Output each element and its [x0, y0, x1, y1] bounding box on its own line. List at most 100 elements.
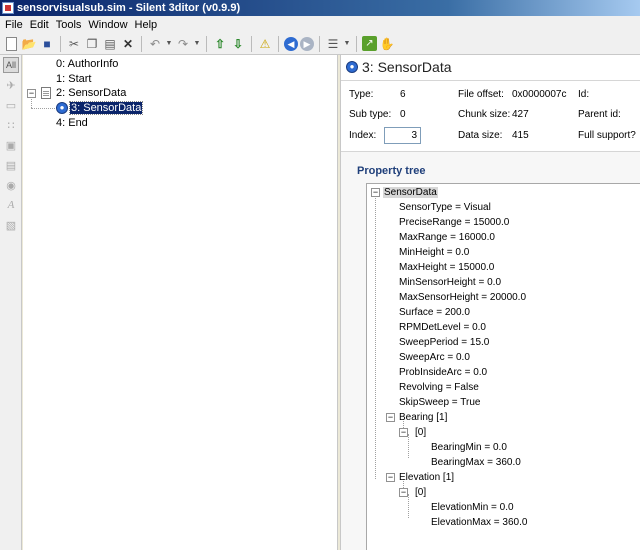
redo-dropdown[interactable]: ▼ — [193, 36, 201, 52]
plane-icon: ✈ — [6, 79, 16, 92]
property-item[interactable]: ElevationMax = 360.0 — [431, 515, 527, 530]
copy-button[interactable]: ❐ — [84, 36, 100, 52]
collapse-toggle[interactable]: − — [27, 89, 36, 98]
undo-button[interactable]: ↶ — [147, 36, 163, 52]
property-item[interactable]: SensorType = Visual — [399, 200, 491, 215]
property-item[interactable]: SweepArc = 0.0 — [399, 350, 470, 365]
chevron-down-icon: ▼ — [193, 39, 201, 47]
tree-item-selected[interactable]: 3: SensorData — [68, 101, 144, 116]
new-file-button[interactable] — [3, 36, 19, 52]
filter-all-label: All — [5, 60, 16, 70]
tree-item[interactable]: 2: SensorData — [56, 86, 126, 101]
toolbar-separator — [356, 35, 357, 52]
view-dropdown[interactable]: ▼ — [343, 36, 351, 52]
copy-icon: ❐ — [86, 36, 98, 51]
tree-item-label: 2: SensorData — [56, 87, 127, 99]
property-item[interactable]: PreciseRange = 15000.0 — [399, 215, 509, 230]
toolbar-separator — [206, 35, 207, 52]
menu-help[interactable]: Help — [133, 19, 163, 31]
filter-all-button[interactable]: All — [3, 57, 19, 73]
property-section: Property tree − SensorData SensorType = … — [341, 151, 640, 550]
filter-block-button[interactable]: ▧ — [3, 217, 19, 233]
hand-icon: ✋ — [379, 36, 395, 51]
view-button[interactable]: ☰ — [325, 36, 341, 52]
window-title: sensorvisualsub.sim - Silent 3ditor (v0.… — [17, 2, 241, 14]
document-icon: ▤ — [5, 159, 17, 172]
property-item[interactable]: SkipSweep = True — [399, 395, 480, 410]
forward-button[interactable]: ▶ — [300, 36, 314, 51]
clipboard-icon: ▤ — [104, 36, 116, 51]
validate-button[interactable]: ⚠ — [257, 36, 273, 52]
filter-sensor-button[interactable]: ◉ — [3, 177, 19, 193]
open-folder-button[interactable]: 📂 — [21, 36, 37, 52]
sub-type-value: 0 — [400, 109, 406, 120]
arrow-down-icon: ⇩ — [232, 36, 244, 51]
menu-edit[interactable]: Edit — [28, 19, 54, 31]
menu-window[interactable]: Window — [86, 19, 132, 31]
property-index-item[interactable]: [0] — [415, 485, 426, 500]
save-button[interactable]: ■ — [39, 36, 55, 52]
filter-plane-button[interactable]: ✈ — [3, 77, 19, 93]
property-item[interactable]: MinSensorHeight = 0.0 — [399, 275, 501, 290]
group-icon: ∷ — [7, 119, 15, 132]
menu-file[interactable]: File — [3, 19, 28, 31]
property-item[interactable]: MinHeight = 0.0 — [399, 245, 469, 260]
cut-button[interactable]: ✂ — [66, 36, 82, 52]
paste-button[interactable]: ▤ — [102, 36, 118, 52]
arrow-right-icon: ▶ — [303, 38, 311, 49]
redo-button[interactable]: ↷ — [175, 36, 191, 52]
export-button[interactable]: ↗ — [362, 36, 377, 51]
property-item[interactable]: MaxRange = 16000.0 — [399, 230, 495, 245]
hand-button[interactable]: ✋ — [379, 36, 395, 52]
move-down-button[interactable]: ⇩ — [230, 36, 246, 52]
tree-item-label: 3: SensorData — [68, 101, 144, 115]
filter-page-button[interactable]: ▭ — [3, 97, 19, 113]
type-value: 6 — [400, 89, 406, 100]
detail-pane: ● 3: SensorData Type: 6 File offset: 0x0… — [341, 55, 640, 550]
delete-button[interactable]: ✕ — [120, 36, 136, 52]
tree-item[interactable]: 1: Start — [56, 72, 91, 87]
collapse-toggle[interactable]: − — [386, 473, 395, 482]
tree-item[interactable]: 0: AuthorInfo — [56, 57, 118, 72]
collapse-toggle[interactable]: − — [399, 428, 408, 437]
collapse-toggle[interactable]: − — [371, 188, 380, 197]
property-index-item[interactable]: [0] — [415, 425, 426, 440]
property-group-bearing[interactable]: Bearing [1] — [399, 410, 447, 425]
property-group-elevation[interactable]: Elevation [1] — [399, 470, 454, 485]
file-offset-value: 0x0000007c — [512, 89, 567, 100]
toolbar-separator — [251, 35, 252, 52]
arrow-up-icon: ⇧ — [214, 36, 226, 51]
sensor-icon: ● — [56, 102, 68, 114]
menu-tools[interactable]: Tools — [54, 19, 87, 31]
property-root-label: SensorData — [383, 187, 438, 198]
warning-icon: ⚠ — [259, 36, 271, 51]
property-item[interactable]: BearingMax = 360.0 — [431, 455, 521, 470]
tree-item-label: 0: AuthorInfo — [56, 58, 119, 70]
property-root[interactable]: SensorData — [383, 185, 438, 200]
chunk-info: Type: 6 File offset: 0x0000007c Id: Sub … — [341, 81, 640, 151]
folder-icon: 📂 — [21, 36, 37, 51]
property-item[interactable]: Revolving = False — [399, 380, 479, 395]
property-item[interactable]: MaxHeight = 15000.0 — [399, 260, 494, 275]
filter-text-button[interactable]: A — [3, 197, 19, 213]
detail-title: 3: SensorData — [362, 59, 452, 75]
filter-doc-button[interactable]: ▤ — [3, 157, 19, 173]
property-item[interactable]: SweepPeriod = 15.0 — [399, 335, 489, 350]
property-item[interactable]: Surface = 200.0 — [399, 305, 470, 320]
collapse-toggle[interactable]: − — [399, 488, 408, 497]
scissors-icon: ✂ — [68, 36, 80, 51]
property-item[interactable]: ProbInsideArc = 0.0 — [399, 365, 487, 380]
property-item[interactable]: BearingMin = 0.0 — [431, 440, 507, 455]
collapse-toggle[interactable]: − — [386, 413, 395, 422]
move-up-button[interactable]: ⇧ — [212, 36, 228, 52]
property-item[interactable]: MaxSensorHeight = 20000.0 — [399, 290, 526, 305]
tree-item[interactable]: 4: End — [56, 116, 88, 131]
undo-dropdown[interactable]: ▼ — [165, 36, 173, 52]
filter-image-button[interactable]: ▣ — [3, 137, 19, 153]
property-item[interactable]: ElevationMin = 0.0 — [431, 500, 514, 515]
toolbar-separator — [319, 35, 320, 52]
index-input[interactable]: 3 — [384, 127, 421, 144]
back-button[interactable]: ◀ — [284, 36, 298, 51]
property-item[interactable]: RPMDetLevel = 0.0 — [399, 320, 486, 335]
filter-group-button[interactable]: ∷ — [3, 117, 19, 133]
